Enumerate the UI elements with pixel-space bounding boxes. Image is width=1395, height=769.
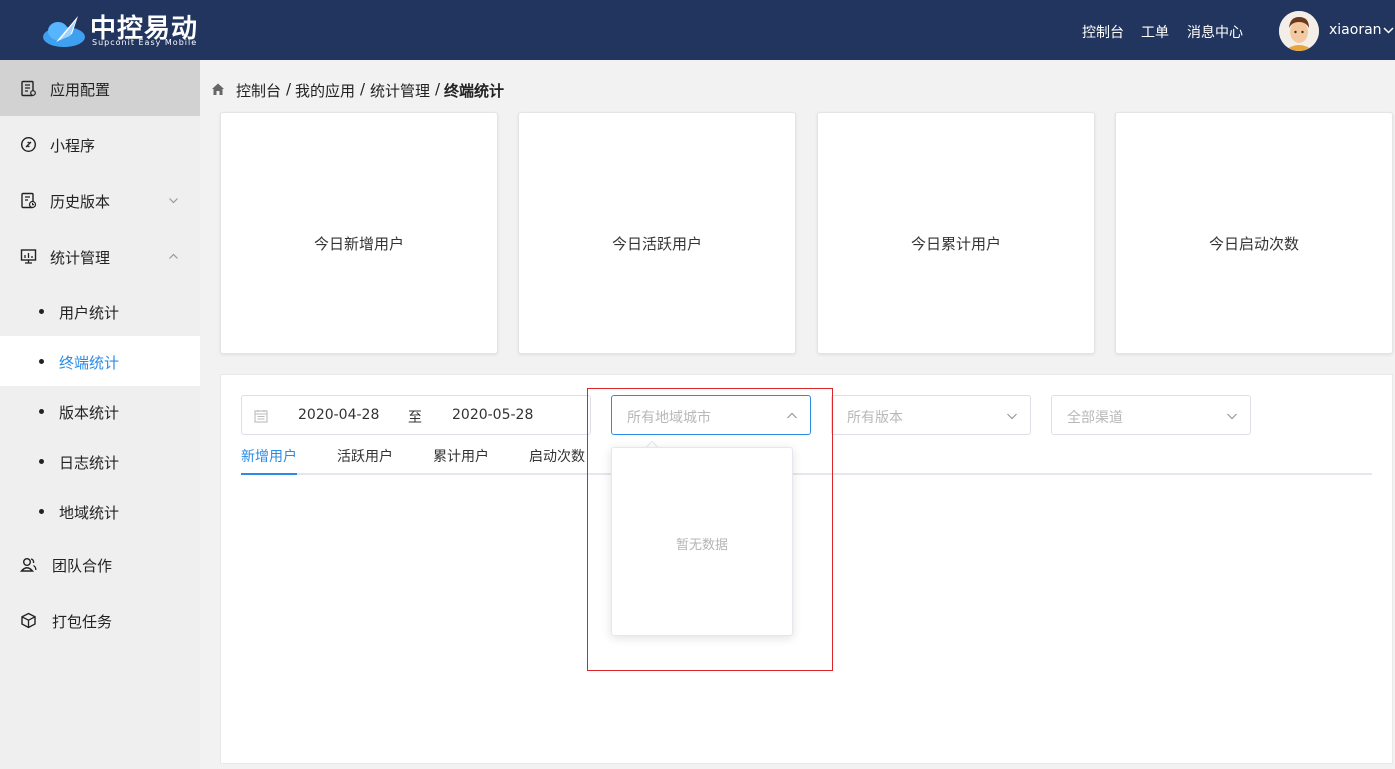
brand-subtitle: Supconit Easy Mobile: [92, 38, 198, 47]
brand-logo[interactable]: 中控易动 Supconit Easy Mobile: [42, 6, 212, 50]
region-dropdown: 暂无数据: [611, 447, 793, 636]
avatar[interactable]: [1279, 11, 1319, 51]
stat-card-total-users: 今日累计用户: [817, 112, 1095, 354]
user-avatar-icon: [1279, 11, 1319, 51]
tab-total-users[interactable]: 累计用户: [433, 446, 489, 466]
breadcrumb-my-apps[interactable]: 我的应用: [295, 80, 355, 101]
tab-launch-count[interactable]: 启动次数: [529, 446, 585, 466]
chevron-down-icon[interactable]: [1382, 24, 1395, 37]
stat-card-label: 今日新增用户: [313, 235, 404, 253]
sidebar-item-label: 统计管理: [50, 249, 111, 267]
bullet-dot: [39, 409, 44, 414]
calendar-icon: [254, 410, 268, 423]
sidebar-item-label: 小程序: [50, 137, 96, 155]
sidebar-item-team[interactable]: 团队合作: [0, 536, 200, 592]
breadcrumb-current: 终端统计: [444, 82, 505, 100]
stat-card-label: 今日启动次数: [1208, 235, 1299, 253]
sidebar-item-mini-program[interactable]: 小程序: [0, 116, 200, 172]
chevron-down-icon: [1007, 413, 1017, 420]
sidebar-subitem-user-stats[interactable]: 用户统计: [0, 286, 200, 336]
tab-active-indicator: [241, 473, 297, 475]
link-icon: [20, 136, 37, 153]
sidebar-subitem-label: 日志统计: [59, 454, 120, 472]
sidebar-subitem-label: 终端统计: [59, 354, 120, 372]
sidebar-item-history-version[interactable]: 历史版本: [0, 172, 200, 228]
app-config-icon: [21, 80, 36, 97]
cloud-logo-icon: [43, 16, 85, 47]
monitor-chart-icon: [20, 249, 37, 264]
date-end-input[interactable]: 2020-05-28: [452, 407, 533, 423]
sidebar-subitem-label: 地域统计: [59, 504, 120, 522]
bullet-dot: [39, 509, 44, 514]
chevron-up-icon: [169, 253, 178, 259]
sidebar-subitem-log-stats[interactable]: 日志统计: [0, 436, 200, 486]
region-select-placeholder: 所有地域城市: [627, 410, 711, 426]
breadcrumb-separator: /: [360, 80, 366, 98]
sidebar-item-package[interactable]: 打包任务: [0, 592, 200, 648]
breadcrumb-statistics[interactable]: 统计管理: [370, 80, 430, 101]
history-icon: [21, 192, 37, 209]
stat-card-label: 今日活跃用户: [611, 235, 702, 253]
stat-card-label: 今日累计用户: [910, 235, 1001, 253]
channel-select-placeholder: 全部渠道: [1067, 410, 1123, 426]
sidebar-item-label: 团队合作: [52, 557, 113, 575]
sidebar-subitem-version-stats[interactable]: 版本统计: [0, 386, 200, 436]
chevron-down-icon: [169, 198, 178, 204]
breadcrumb-separator: /: [286, 80, 292, 98]
breadcrumb-console[interactable]: 控制台: [236, 80, 281, 101]
package-icon: [21, 612, 36, 629]
sidebar: 应用配置 小程序 历史版本 统计管理 用户统计 终端统计 版本统计 日志统计 地…: [0, 60, 200, 769]
date-range-separator: 至: [408, 410, 422, 426]
tab-new-users[interactable]: 新增用户: [241, 446, 297, 466]
nav-message-center[interactable]: 消息中心: [1187, 22, 1243, 42]
stat-card-active-users: 今日活跃用户: [518, 112, 796, 354]
sidebar-item-app-config[interactable]: 应用配置: [0, 60, 200, 116]
chevron-up-icon: [787, 412, 797, 419]
sidebar-item-statistics[interactable]: 统计管理: [0, 228, 200, 284]
bullet-dot: [39, 459, 44, 464]
version-select-placeholder: 所有版本: [847, 410, 903, 426]
sidebar-item-label: 打包任务: [52, 613, 113, 631]
bullet-dot: [39, 309, 44, 314]
chevron-down-icon: [1227, 413, 1237, 420]
stat-card-launch-count: 今日启动次数: [1115, 112, 1393, 354]
region-select[interactable]: 所有地域城市: [611, 395, 811, 435]
sidebar-subitem-label: 版本统计: [59, 404, 120, 422]
version-select[interactable]: 所有版本: [831, 395, 1031, 435]
tabs-divider: [241, 473, 1372, 475]
bullet-dot: [39, 359, 44, 364]
top-header: 中控易动 Supconit Easy Mobile 控制台 工单 消息中心 xi…: [0, 0, 1395, 60]
home-icon[interactable]: [210, 81, 226, 97]
sidebar-item-label: 历史版本: [50, 193, 111, 211]
sidebar-subitem-terminal-stats[interactable]: 终端统计: [0, 336, 200, 386]
username[interactable]: xiaoran: [1329, 22, 1382, 38]
stat-card-new-users: 今日新增用户: [220, 112, 498, 354]
breadcrumb-separator: /: [435, 80, 441, 98]
sidebar-subitem-label: 用户统计: [59, 304, 120, 322]
date-start-input[interactable]: 2020-04-28: [298, 407, 379, 423]
channel-select[interactable]: 全部渠道: [1051, 395, 1251, 435]
sidebar-item-label: 应用配置: [50, 81, 111, 99]
dropdown-empty-text: 暂无数据: [675, 538, 728, 553]
nav-work-order[interactable]: 工单: [1141, 22, 1169, 42]
sidebar-subitem-region-stats[interactable]: 地域统计: [0, 486, 200, 536]
nav-console[interactable]: 控制台: [1082, 22, 1124, 42]
tab-active-users[interactable]: 活跃用户: [337, 446, 393, 466]
date-range-picker[interactable]: 2020-04-28 至 2020-05-28: [241, 395, 591, 435]
team-icon: [20, 558, 37, 572]
